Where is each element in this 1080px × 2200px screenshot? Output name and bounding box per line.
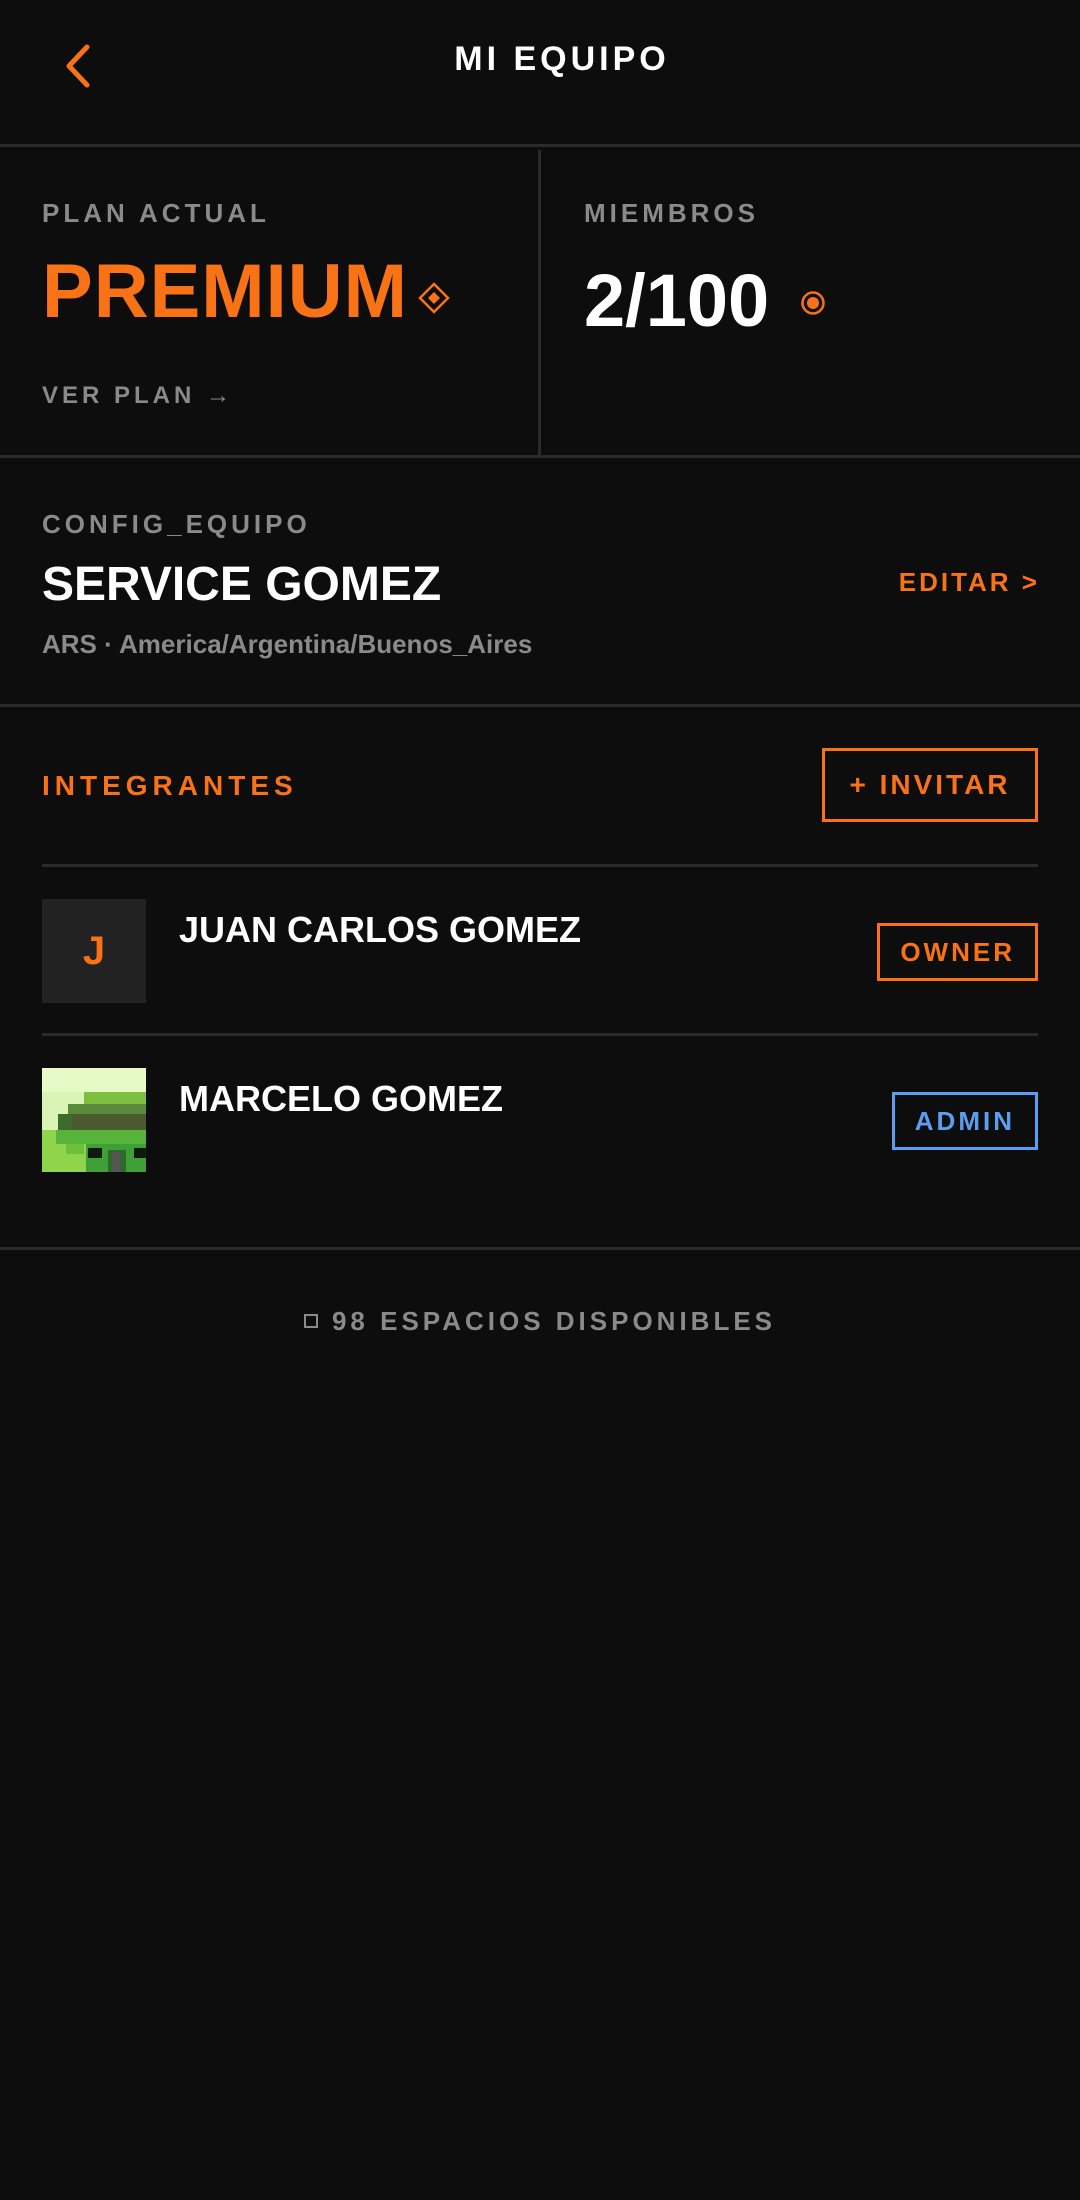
page-title: MI EQUIPO <box>454 40 670 78</box>
plan-value: PREMIUM <box>42 249 408 334</box>
stats-panel: PLAN ACTUAL PREMIUM VER PLAN → MIEMBROS … <box>0 150 1080 458</box>
members-section: INTEGRANTES + INVITAR J JUAN CARLOS GOME… <box>0 710 1080 1250</box>
avatar: J <box>42 899 146 1003</box>
members-label: MIEMBROS <box>584 198 759 228</box>
app-header: MI EQUIPO <box>0 0 1080 147</box>
member-row[interactable]: J JUAN CARLOS GOMEZ OWNER <box>42 899 1038 1019</box>
square-icon <box>303 1314 318 1329</box>
edit-team-button[interactable]: EDITAR > <box>899 567 1040 598</box>
row-divider <box>42 1033 1038 1036</box>
team-meta: ARS · America/Argentina/Buenos_Aires <box>42 629 533 659</box>
member-name: MARCELO GOMEZ <box>179 1078 503 1119</box>
config-label: CONFIG_EQUIPO <box>42 509 311 539</box>
member-row[interactable]: MARCELO GOMEZ ADMIN <box>42 1068 1038 1188</box>
row-divider <box>42 864 1038 867</box>
members-count: 2/100 <box>584 259 770 342</box>
view-plan-link[interactable]: VER PLAN → <box>42 382 234 410</box>
available-slots: 98 ESPACIOS DISPONIBLES <box>0 1306 1080 1337</box>
team-config-section: CONFIG_EQUIPO SERVICE GOMEZ EDITAR > ARS… <box>0 461 1080 707</box>
role-badge-admin: ADMIN <box>891 1092 1038 1150</box>
diamond-icon <box>418 282 450 314</box>
members-title: INTEGRANTES <box>42 770 298 801</box>
stats-divider <box>538 150 541 458</box>
avatar-image <box>42 1068 146 1172</box>
member-name: JUAN CARLOS GOMEZ <box>179 909 582 950</box>
role-badge-owner: OWNER <box>877 923 1038 981</box>
plan-label: PLAN ACTUAL <box>42 198 270 228</box>
available-slots-text: 98 ESPACIOS DISPONIBLES <box>331 1306 777 1336</box>
target-icon <box>801 291 825 315</box>
team-name: SERVICE GOMEZ <box>42 558 442 611</box>
invite-button[interactable]: + INVITAR <box>822 748 1038 822</box>
